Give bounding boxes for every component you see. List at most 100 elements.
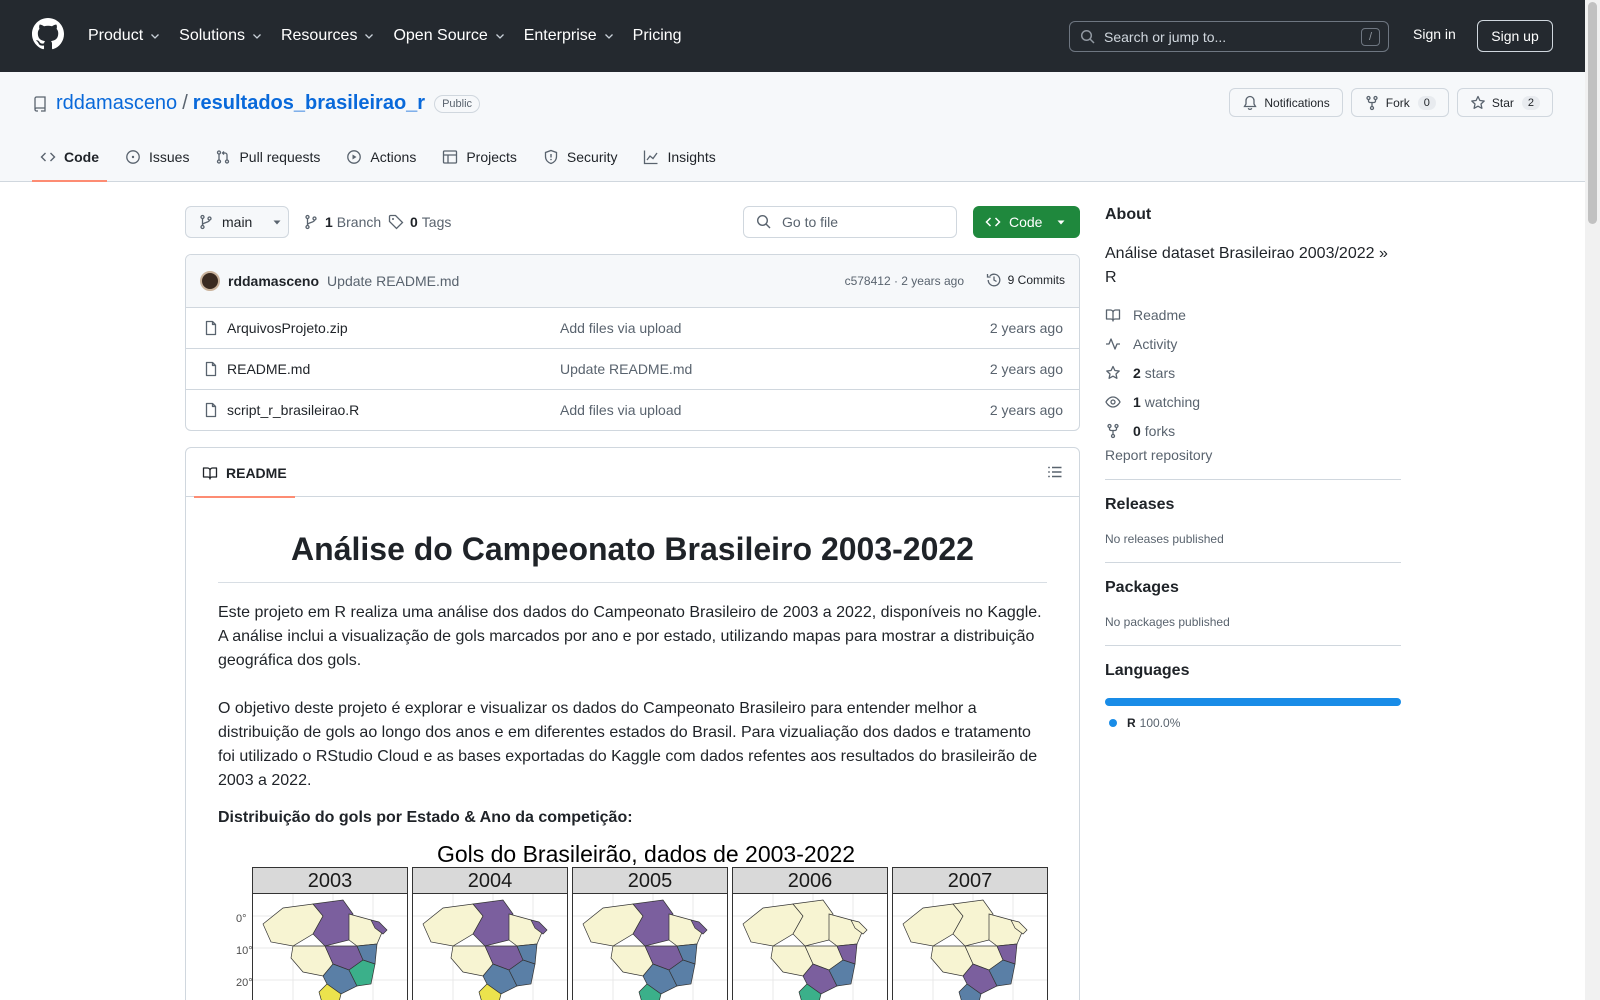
file-name[interactable]: script_r_brasileirao.R — [227, 402, 359, 418]
file-icon — [205, 320, 217, 336]
chevron-down-icon — [253, 34, 261, 39]
stars-link[interactable]: 2 stars — [1105, 358, 1401, 387]
fork-icon — [1366, 95, 1378, 110]
map-panel-2007: 2007 — [892, 867, 1048, 1000]
branches-link[interactable]: 1 Branch — [303, 214, 381, 230]
forks-link[interactable]: 0 forks — [1105, 416, 1401, 445]
file-row[interactable]: ArquivosProjeto.zip Add files via upload… — [186, 308, 1079, 349]
tab-issues[interactable]: Issues — [117, 132, 197, 182]
commits-link[interactable]: 9 Commits — [986, 272, 1065, 288]
page-scrollbar[interactable] — [1585, 0, 1600, 1000]
commit-message[interactable]: Update README.md — [327, 273, 459, 289]
star-button[interactable]: Star 2 — [1456, 88, 1553, 117]
tab-label: Pull requests — [239, 149, 321, 165]
go-to-file-input[interactable]: Go to file — [743, 206, 957, 238]
readme-header: README — [186, 448, 1079, 498]
file-list: rddamasceno Update README.md c578412 · 2… — [185, 254, 1080, 431]
nav-label: Open Source — [393, 27, 488, 44]
watching-count: 1 — [1133, 393, 1141, 410]
repo-name-link[interactable]: resultados_brasileirao_r — [193, 92, 425, 115]
play-icon — [347, 150, 362, 164]
readme-body: Análise do Campeonato Brasileiro 2003-20… — [186, 531, 1079, 1000]
chevron-down-icon — [495, 34, 504, 39]
nav-pricing[interactable]: Pricing — [633, 27, 682, 45]
readme-tab-label: README — [226, 464, 287, 481]
outline-list-icon[interactable] — [1047, 464, 1063, 480]
code-icon — [40, 152, 56, 162]
activity-link[interactable]: Activity — [1105, 329, 1401, 358]
star-label: Star — [1491, 95, 1514, 110]
readme-paragraph: Este projeto em R realiza uma análise do… — [218, 604, 1042, 669]
branch-label: Branch — [336, 214, 382, 230]
file-name[interactable]: ArquivosProjeto.zip — [227, 320, 348, 336]
language-name: R — [1127, 716, 1136, 730]
divider — [1105, 645, 1401, 646]
file-icon — [205, 361, 217, 377]
brazil-map — [412, 894, 568, 1000]
repo-title: rddamasceno / resultados_brasileirao_r P… — [32, 92, 481, 115]
packages-heading[interactable]: Packages — [1105, 579, 1401, 597]
nav-enterprise[interactable]: Enterprise — [524, 27, 615, 45]
report-repository-link[interactable]: Report repository — [1105, 447, 1401, 463]
github-logo-icon[interactable] — [32, 18, 64, 50]
notifications-button[interactable]: Notifications — [1229, 88, 1343, 117]
file-row[interactable]: script_r_brasileirao.R Add files via upl… — [186, 390, 1079, 430]
commit-author[interactable]: rddamasceno — [228, 273, 319, 289]
fork-button[interactable]: Fork 0 — [1350, 88, 1449, 117]
global-nav: Product Solutions Resources Open Source … — [88, 0, 700, 72]
graph-icon — [644, 150, 659, 165]
forks-count: 0 — [1133, 422, 1141, 439]
tab-pull-requests[interactable]: Pull requests — [207, 132, 328, 182]
visibility-badge: Public — [434, 94, 481, 113]
sign-up-button[interactable]: Sign up — [1477, 20, 1553, 52]
branch-selector[interactable]: main — [185, 206, 289, 238]
sign-in-link[interactable]: Sign in — [1413, 26, 1456, 42]
repo-nav: Code Issues Pull requests Actions Projec… — [32, 132, 734, 182]
repo-owner-link[interactable]: rddamasceno — [56, 92, 177, 115]
tab-label: Projects — [466, 149, 517, 165]
watching-link[interactable]: 1 watching — [1105, 387, 1401, 416]
search-placeholder: Search or jump to... — [1104, 28, 1227, 45]
scrollbar-thumb[interactable] — [1588, 2, 1597, 224]
language-item[interactable]: R 100.0% — [1105, 716, 1401, 730]
tag-count: 0 — [410, 214, 418, 230]
releases-heading[interactable]: Releases — [1105, 496, 1401, 514]
nav-label: Resources — [280, 27, 358, 44]
readme-tab[interactable]: README — [194, 448, 295, 498]
file-row[interactable]: README.md Update README.md 2 years ago — [186, 349, 1079, 390]
tab-code[interactable]: Code — [32, 132, 107, 182]
map-panel-2003: 2003 — [252, 867, 408, 1000]
avatar[interactable] — [200, 271, 220, 291]
tab-insights[interactable]: Insights — [635, 132, 723, 182]
repo-sidebar: About Análise dataset Brasileirao 2003/2… — [1105, 206, 1401, 730]
star-count: 2 — [1521, 95, 1540, 110]
brazil-map — [732, 894, 888, 1000]
nav-label: Pricing — [632, 27, 682, 44]
tab-label: Actions — [370, 149, 417, 165]
code-button[interactable]: Code — [973, 206, 1080, 238]
tab-projects[interactable]: Projects — [434, 132, 525, 182]
file-name[interactable]: README.md — [227, 361, 310, 377]
file-commit-message[interactable]: Update README.md — [560, 361, 692, 377]
file-age: 2 years ago — [989, 320, 1063, 336]
commits-count: 9 Commits — [1007, 273, 1065, 287]
fork-label: Fork — [1385, 95, 1410, 110]
branch-icon — [305, 214, 317, 230]
nav-solutions[interactable]: Solutions — [179, 27, 263, 45]
tags-link[interactable]: 0 Tags — [388, 214, 451, 230]
commit-meta[interactable]: c578412 · 2 years ago — [845, 274, 964, 288]
tab-security[interactable]: Security — [535, 132, 626, 182]
readme-link[interactable]: Readme — [1105, 300, 1401, 329]
search-input[interactable]: Search or jump to... / — [1069, 21, 1389, 52]
notifications-label: Notifications — [1264, 95, 1330, 110]
language-color-dot — [1109, 719, 1117, 727]
file-commit-message[interactable]: Add files via upload — [560, 402, 681, 418]
tab-label: Security — [566, 149, 618, 165]
nav-open-source[interactable]: Open Source — [393, 27, 505, 45]
chevron-down-icon — [365, 34, 374, 39]
tab-actions[interactable]: Actions — [338, 132, 424, 182]
map-panel-2006: 2006 — [732, 867, 888, 1000]
nav-resources[interactable]: Resources — [281, 27, 375, 45]
nav-product[interactable]: Product — [88, 27, 161, 45]
file-commit-message[interactable]: Add files via upload — [560, 320, 681, 336]
